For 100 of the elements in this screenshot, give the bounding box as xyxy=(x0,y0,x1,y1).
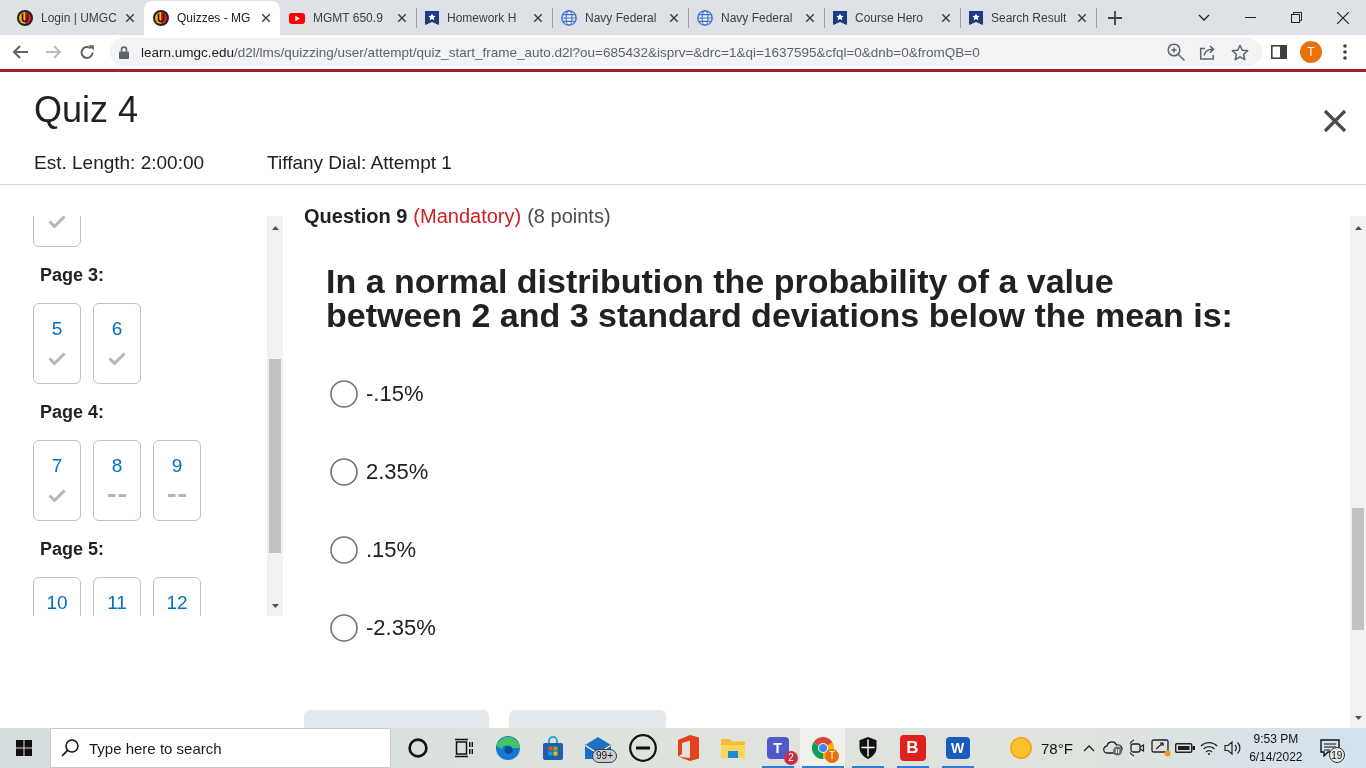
star-banner-icon xyxy=(833,11,847,25)
close-icon[interactable] xyxy=(806,14,814,22)
scroll-down-icon[interactable] xyxy=(271,604,279,608)
scrollbar-thumb[interactable] xyxy=(269,359,281,553)
quiz-title: Quiz 4 xyxy=(34,88,139,132)
play-icon xyxy=(289,12,305,24)
question-tile[interactable]: 11 xyxy=(93,577,141,616)
close-icon[interactable] xyxy=(126,14,134,22)
plus-icon[interactable] xyxy=(1108,10,1122,25)
question-tile[interactable]: 6 xyxy=(93,303,141,384)
close-icon[interactable] xyxy=(1078,14,1086,22)
question-tile[interactable]: 12 xyxy=(153,577,201,616)
radio-button[interactable] xyxy=(330,536,358,564)
page-label: Page 3: xyxy=(40,264,105,286)
question-tile[interactable]: 5 xyxy=(33,303,81,384)
circle-logo-icon xyxy=(153,10,169,26)
chevron-up-icon[interactable] xyxy=(1082,744,1095,752)
app-tile: B xyxy=(899,735,926,761)
search-field[interactable]: Type here to search xyxy=(50,728,391,768)
url-text: learn.umgc.edu/d2l/lms/quizzing/user/attempt/quiz_start_frame_auto.d2l?ou=685432&isprv=&drc=1&qi=1637595&cfql=0&dnb=0&fromQB=0 xyxy=(141,44,980,60)
browser-tab[interactable]: Course Hero xyxy=(824,1,960,35)
profile-button[interactable]: T xyxy=(1300,41,1322,63)
option-label: -2.35% xyxy=(366,615,436,641)
lock-icon xyxy=(119,45,129,59)
circle-bar-icon xyxy=(628,734,657,762)
taskbar-button[interactable]: 99+ xyxy=(575,728,620,768)
scroll-up-icon[interactable] xyxy=(271,226,279,230)
browser-tab[interactable]: MGMT 650.9 xyxy=(280,1,416,35)
browser-tab[interactable]: Navy Federal xyxy=(552,1,688,35)
share-icon[interactable] xyxy=(1199,44,1217,60)
zoom-in-icon[interactable] xyxy=(1167,43,1185,61)
points-label: (8 points) xyxy=(527,204,611,229)
weather-temperature: 78°F xyxy=(1041,739,1073,757)
clock-date: 6/14/2022 xyxy=(1249,749,1303,766)
count-badge: 2 xyxy=(784,751,798,765)
cloud-icon[interactable] xyxy=(1102,740,1123,756)
option-label: 2.35% xyxy=(366,459,429,485)
address-bar[interactable]: learn.umgc.edu/d2l/lms/quizzing/user/attempt/quiz_start_frame_auto.d2l?ou=685432&isprv=&drc=1&qi=1637595&cfql=0&dnb=0&fromQB=0 xyxy=(110,38,1262,66)
taskbar-button[interactable]: T xyxy=(800,728,845,768)
clock-time: 9:53 PM xyxy=(1253,731,1299,748)
radio-button[interactable] xyxy=(330,614,358,642)
restore-icon[interactable] xyxy=(1291,12,1302,23)
browser-tab[interactable]: Navy Federal xyxy=(688,1,824,35)
scrollbar-thumb[interactable] xyxy=(1352,508,1364,630)
count-badge: 99+ xyxy=(592,749,617,763)
question-tile[interactable]: 9 xyxy=(153,440,201,521)
attempt-info: Tiffany Dial: Attempt 1 xyxy=(267,151,452,175)
scrollbar[interactable] xyxy=(1350,216,1366,728)
profile-badge: T xyxy=(825,749,839,763)
logo-icon xyxy=(676,735,699,761)
side-panel-icon[interactable] xyxy=(1271,45,1287,59)
app-tile: W xyxy=(945,737,970,759)
star-icon[interactable] xyxy=(1231,43,1249,61)
reload-icon[interactable] xyxy=(79,44,95,60)
question-tile[interactable]: 10 xyxy=(33,577,81,616)
back-icon[interactable] xyxy=(12,44,28,60)
shopping-bag-icon xyxy=(540,736,565,760)
camera-icon[interactable] xyxy=(1128,739,1145,757)
message-icon[interactable] xyxy=(1319,739,1340,757)
question-text: In a normal distribution the probability of a value between 2 and 3 standard deviations below the mean is: xyxy=(326,264,1234,332)
globe-icon xyxy=(561,10,577,26)
scroll-down-icon[interactable] xyxy=(1354,716,1362,720)
option-label: -.15% xyxy=(366,381,424,407)
close-icon[interactable] xyxy=(942,14,950,22)
radio-button[interactable] xyxy=(330,380,358,408)
close-icon[interactable] xyxy=(1337,11,1349,24)
browser-tab[interactable]: Quizzes - MG xyxy=(144,1,280,35)
close-icon[interactable] xyxy=(262,14,270,22)
search-icon xyxy=(61,739,79,757)
display-icon[interactable] xyxy=(1150,739,1171,757)
radio-button[interactable] xyxy=(330,458,358,486)
browser-tab[interactable]: Homework H xyxy=(416,1,552,35)
browser-tab[interactable]: Login | UMGC xyxy=(8,1,144,35)
sun-icon xyxy=(1010,737,1032,759)
app-tile: T xyxy=(766,737,789,759)
close-icon[interactable] xyxy=(534,14,542,22)
estimated-length: Est. Length: 2:00:00 xyxy=(34,151,205,175)
question-tile[interactable]: 8 xyxy=(93,440,141,521)
folder-icon xyxy=(720,738,745,758)
close-icon[interactable] xyxy=(398,14,406,22)
browser-tab[interactable]: Search Result xyxy=(960,1,1096,35)
wifi-icon[interactable] xyxy=(1199,741,1218,755)
shield-icon xyxy=(857,737,878,759)
battery-icon[interactable] xyxy=(1174,743,1195,753)
page-label: Page 5: xyxy=(40,538,105,560)
close-icon[interactable] xyxy=(670,14,678,22)
grid-logo-icon xyxy=(16,740,32,756)
menu-icon[interactable] xyxy=(1343,44,1347,60)
window-stack-icon xyxy=(452,738,473,758)
star-banner-icon xyxy=(969,11,983,25)
swirl-icon xyxy=(495,736,520,760)
speaker-icon[interactable] xyxy=(1223,740,1242,756)
question-tile[interactable]: 7 xyxy=(33,440,81,521)
close-icon[interactable] xyxy=(1323,109,1347,133)
scroll-up-icon[interactable] xyxy=(1354,226,1362,230)
scrollbar[interactable] xyxy=(267,216,283,616)
ring-icon xyxy=(407,738,428,758)
circle-logo-icon xyxy=(17,10,33,26)
chevron-down-icon[interactable] xyxy=(1198,14,1210,21)
notification-count: 19 xyxy=(1328,747,1345,763)
